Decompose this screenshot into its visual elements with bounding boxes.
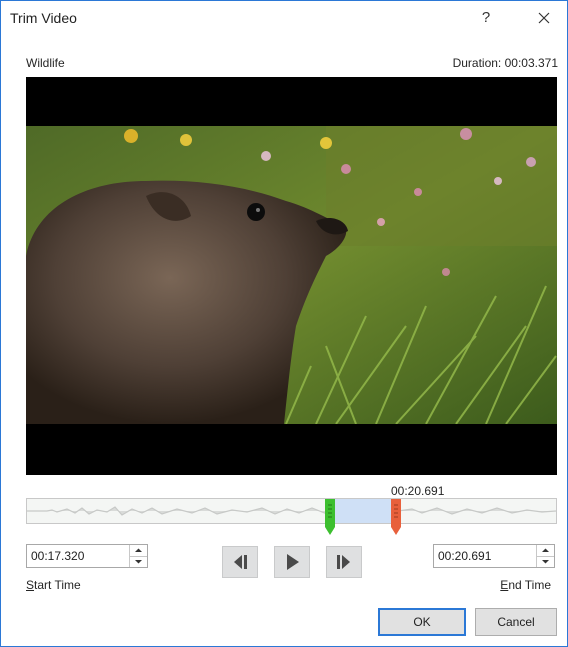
ok-button[interactable]: OK xyxy=(378,608,466,636)
spin-down-icon xyxy=(542,560,549,564)
close-button[interactable] xyxy=(527,4,561,32)
start-time-spin-buttons xyxy=(129,545,147,567)
end-time-label: End Time xyxy=(500,578,551,592)
start-time-spinner[interactable] xyxy=(26,544,148,568)
play-icon xyxy=(287,554,299,570)
duration-label: Duration: 00:03.371 xyxy=(452,56,558,70)
next-frame-icon xyxy=(337,555,350,569)
video-preview[interactable] xyxy=(26,77,557,475)
start-time-input[interactable] xyxy=(29,547,127,565)
end-time-spin-buttons xyxy=(536,545,554,567)
spin-up-icon xyxy=(542,548,549,552)
marker-time-label: 00:20.691 xyxy=(391,484,445,498)
trim-timeline[interactable] xyxy=(26,498,557,535)
play-button[interactable] xyxy=(274,546,310,578)
end-time-down-button[interactable] xyxy=(537,556,554,567)
close-icon xyxy=(538,12,550,24)
end-time-input[interactable] xyxy=(436,547,534,565)
previous-frame-icon xyxy=(234,555,247,569)
video-frame xyxy=(26,126,557,424)
dialog-title: Trim Video xyxy=(10,10,77,26)
next-frame-button[interactable] xyxy=(326,546,362,578)
end-time-spinner[interactable] xyxy=(433,544,555,568)
title-bar: Trim Video ? xyxy=(1,1,567,35)
audio-waveform xyxy=(27,506,556,516)
cancel-button[interactable]: Cancel xyxy=(475,608,557,636)
start-time-down-button[interactable] xyxy=(130,556,147,567)
spin-up-icon xyxy=(135,548,142,552)
video-name: Wildlife xyxy=(26,56,65,70)
end-marker-icon[interactable] xyxy=(391,499,401,535)
start-marker-icon[interactable] xyxy=(325,499,335,535)
help-button[interactable]: ? xyxy=(470,4,502,32)
trim-video-dialog: Trim Video ? Wildlife Duration: 00:03.37… xyxy=(0,0,568,647)
spin-down-icon xyxy=(135,560,142,564)
start-time-label: Start Time xyxy=(26,578,81,592)
previous-frame-button[interactable] xyxy=(222,546,258,578)
help-icon: ? xyxy=(481,9,491,26)
